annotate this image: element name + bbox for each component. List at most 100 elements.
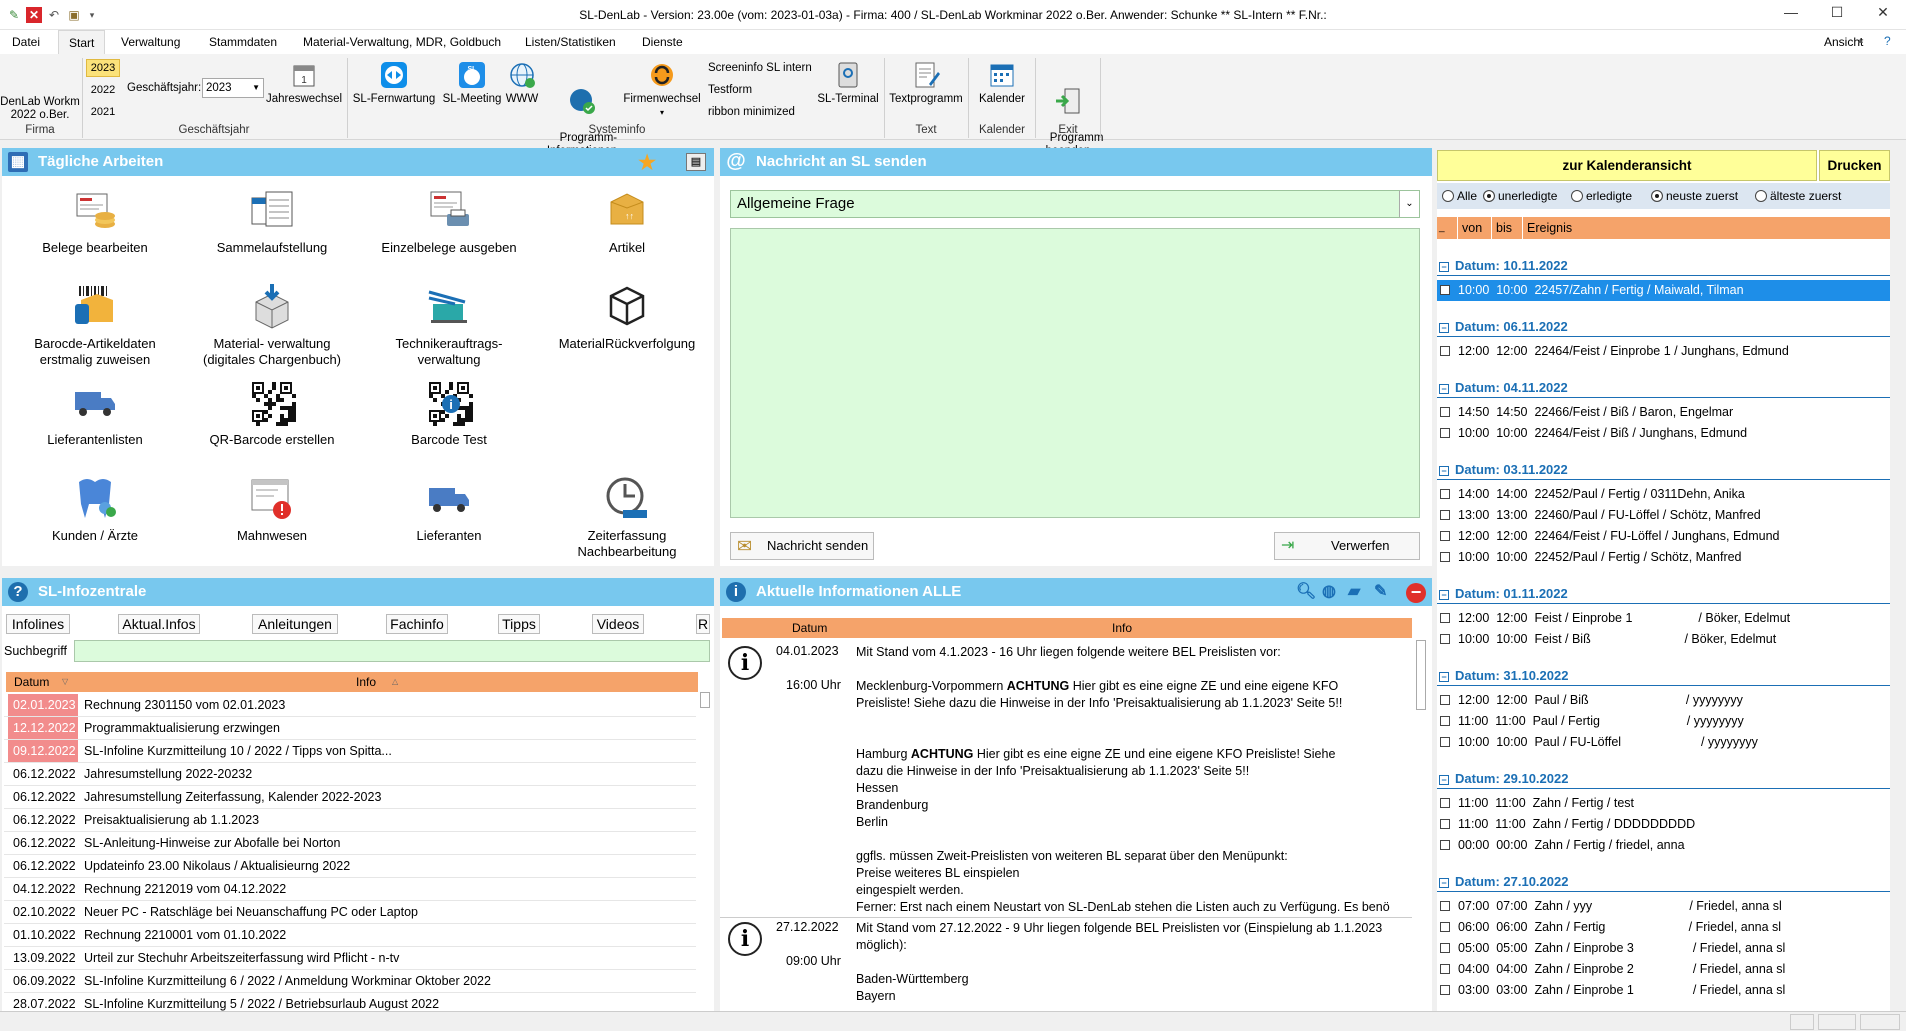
calendar-event[interactable]: 04:00 04:00 Zahn / Einprobe 2 / Friedel,… — [1437, 959, 1890, 980]
filter-aelteste-zuerst[interactable]: älteste zuerst — [1755, 188, 1841, 204]
tab-listen-statistiken[interactable]: Listen/Statistiken — [515, 30, 626, 54]
news-entry[interactable]: i 04.01.2023 16:00 Uhr Mit Stand vom 4.1.20… — [720, 642, 1412, 918]
col-info[interactable]: Info — [356, 672, 376, 692]
scrollbar-thumb[interactable] — [700, 692, 710, 708]
checkbox[interactable] — [1440, 922, 1450, 932]
checkbox[interactable] — [1440, 428, 1450, 438]
table-row[interactable]: 13.09.2022 Urteil zur Stechuhr Arbeitszei… — [4, 947, 696, 970]
collapse-icon[interactable]: − — [1439, 323, 1449, 333]
year-2022-button[interactable]: 2022 — [86, 81, 120, 99]
table-row[interactable]: 06.12.2022 Jahresumstellung Zeiterfassung… — [4, 786, 696, 809]
calendar-event[interactable]: 12:00 12:00 22464/Feist / Einprobe 1 / J… — [1437, 341, 1890, 362]
calendar-event[interactable]: 12:00 12:00 Paul / Biß / yyyyyyyy — [1437, 690, 1890, 711]
tab-datei[interactable]: Datei — [2, 30, 50, 54]
minimize-button[interactable]: — — [1776, 4, 1806, 26]
favorite-add-icon[interactable]: ★ — [638, 149, 656, 177]
tile-mahnwesen[interactable]: Mahnwesen — [187, 474, 357, 544]
calendar-event[interactable]: 10:00 10:00 22464/Feist / Biß / Junghans… — [1437, 423, 1890, 444]
checkbox[interactable] — [1440, 943, 1450, 953]
collapse-icon[interactable]: − — [1439, 262, 1449, 272]
tile-technikerauftrags[interactable]: Technikerauftrags- verwaltung — [364, 282, 534, 368]
table-row[interactable]: 01.10.2022 Rechnung 2210001 vom 01.10.202… — [4, 924, 696, 947]
calendar-date-group[interactable]: − Datum: 31.10.2022 — [1437, 666, 1890, 686]
checkbox[interactable] — [1440, 737, 1450, 747]
calendar-event[interactable]: 05:00 05:00 Zahn / Einprobe 3 / Friedel,… — [1437, 938, 1890, 959]
view-menu[interactable]: Ansicht — [1814, 30, 1873, 54]
calendar-event[interactable]: 03:00 03:00 Zahn / Einprobe 1 / Friedel,… — [1437, 980, 1890, 1001]
checkbox[interactable] — [1440, 695, 1450, 705]
tile-zeiterfassung[interactable]: Zeiterfassung Nachbearbeitung — [542, 474, 712, 560]
table-row[interactable]: 12.12.2022 Programmaktualisierung erzwing… — [4, 717, 696, 740]
calendar-event[interactable]: 00:00 00:00 Zahn / Fertig / friedel, ann… — [1437, 835, 1890, 856]
calendar-date-group[interactable]: − Datum: 27.10.2022 — [1437, 872, 1890, 892]
year-2021-button[interactable]: 2021 — [86, 103, 120, 121]
calendar-event[interactable]: 12:00 12:00 22464/Feist / FU-Löffel / Ju… — [1437, 526, 1890, 547]
geschaeftsjahr-select[interactable]: 2023 ▼ — [202, 78, 264, 98]
info-tab-anleitungen[interactable]: Anleitungen — [252, 614, 338, 634]
checkbox[interactable] — [1440, 510, 1450, 520]
ribbon-collapse-icon[interactable]: ▴ — [1858, 35, 1863, 46]
terminal-button[interactable]: SL-Terminal — [812, 60, 884, 106]
filter-alle[interactable]: Alle — [1442, 188, 1477, 204]
send-message-button[interactable]: ✉ Nachricht senden — [730, 532, 874, 560]
calendar-event[interactable]: 14:00 14:00 22452/Paul / Fertig / 0311De… — [1437, 484, 1890, 505]
table-row[interactable]: 09.12.2022 SL-Infoline Kurzmitteilung 10 … — [4, 740, 696, 763]
print-button[interactable]: Drucken — [1819, 150, 1890, 181]
checkbox[interactable] — [1440, 285, 1450, 295]
tab-dienste[interactable]: Dienste — [632, 30, 693, 54]
collapse-all-icon[interactable]: _ — [1439, 217, 1445, 239]
table-row[interactable]: 06.12.2022 SL-Anleitung-Hinweise zur Abof… — [4, 832, 696, 855]
fernwartung-button[interactable]: SL-Fernwartung — [352, 60, 436, 106]
search-input[interactable] — [74, 640, 710, 662]
checkbox[interactable] — [1440, 798, 1450, 808]
screeninfo-button[interactable]: Screeninfo SL intern — [708, 62, 812, 74]
filter-unerledigte[interactable]: unerledigte — [1483, 188, 1557, 204]
firmenwechsel-button[interactable]: Firmenwechsel ▾ — [620, 60, 704, 119]
close-button[interactable]: ✕ — [1868, 4, 1898, 26]
collapse-icon[interactable]: − — [1439, 384, 1449, 394]
calendar-event[interactable]: 12:00 12:00 Feist / Einprobe 1 / Böker, … — [1437, 608, 1890, 629]
help-icon[interactable]: ? — [1884, 34, 1891, 48]
calendar-event[interactable]: 14:50 14:50 22466/Feist / Biß / Baron, E… — [1437, 402, 1890, 423]
calendar-scrollbar[interactable] — [1893, 242, 1903, 982]
table-row[interactable]: 06.12.2022 Preisaktualisierung ab 1.1.202… — [4, 809, 696, 832]
book-icon[interactable]: ▰ — [1348, 583, 1360, 601]
tile-einzelbelege-ausgeben[interactable]: Einzelbelege ausgeben — [364, 186, 534, 256]
firma-label[interactable]: DenLab Workm 2022 o.Ber. — [0, 96, 80, 122]
sort-asc-icon[interactable]: △ — [392, 672, 398, 692]
checkbox[interactable] — [1440, 407, 1450, 417]
checkbox[interactable] — [1440, 552, 1450, 562]
info-tab-infolines[interactable]: Infolines — [6, 614, 70, 634]
calendar-event[interactable]: 10:00 10:00 22452/Paul / Fertig / Schötz… — [1437, 547, 1890, 568]
kalender-button[interactable]: Kalender — [970, 60, 1034, 106]
message-textarea[interactable] — [730, 228, 1420, 518]
calendar-date-group[interactable]: − Datum: 29.10.2022 — [1437, 769, 1890, 789]
checkbox[interactable] — [1440, 819, 1450, 829]
calendar-event[interactable]: 11:00 11:00 Zahn / Fertig / DDDDDDDDD — [1437, 814, 1890, 835]
table-row[interactable]: 02.01.2023 Rechnung 2301150 vom 02.01.202… — [4, 694, 696, 717]
maximize-button[interactable]: ☐ — [1822, 4, 1852, 26]
collapse-icon[interactable]: − — [1439, 878, 1449, 888]
remove-icon[interactable]: − — [1406, 583, 1426, 603]
discard-button[interactable]: ⇥ Verwerfen — [1274, 532, 1420, 560]
filter-erledigte[interactable]: erledigte — [1571, 188, 1632, 204]
calendar-event[interactable]: 11:00 11:00 Paul / Fertig / yyyyyyyy — [1437, 711, 1890, 732]
info-tab-videos[interactable]: Videos — [592, 614, 644, 634]
tab-material-verwaltung[interactable]: Material-Verwaltung, MDR, Goldbuch — [293, 30, 511, 54]
calendar-date-group[interactable]: − Datum: 03.11.2022 — [1437, 460, 1890, 480]
calendar-event[interactable]: 13:00 13:00 22460/Paul / FU-Löffel / Sch… — [1437, 505, 1890, 526]
info-tab-aktual-infos[interactable]: Aktual.Infos — [118, 614, 200, 634]
tile-materialrueckverfolgung[interactable]: MaterialRückverfolgung — [542, 282, 712, 352]
collapse-icon[interactable]: − — [1439, 466, 1449, 476]
scrollbar-thumb[interactable] — [1416, 640, 1426, 710]
calendar-date-group[interactable]: − Datum: 04.11.2022 — [1437, 378, 1890, 398]
checkbox[interactable] — [1440, 634, 1450, 644]
globe-icon[interactable]: ◍ — [1322, 583, 1336, 601]
checkbox[interactable] — [1440, 346, 1450, 356]
checkbox[interactable] — [1440, 531, 1450, 541]
collapse-icon[interactable]: − — [1439, 775, 1449, 785]
calendar-event[interactable]: 10:00 10:00 Feist / Biß / Böker, Edelmut — [1437, 629, 1890, 650]
tab-stammdaten[interactable]: Stammdaten — [199, 30, 287, 54]
tile-barcode-test[interactable]: i Barcode Test — [364, 378, 534, 448]
tile-lieferantenlisten[interactable]: Lieferantenlisten — [10, 378, 180, 448]
